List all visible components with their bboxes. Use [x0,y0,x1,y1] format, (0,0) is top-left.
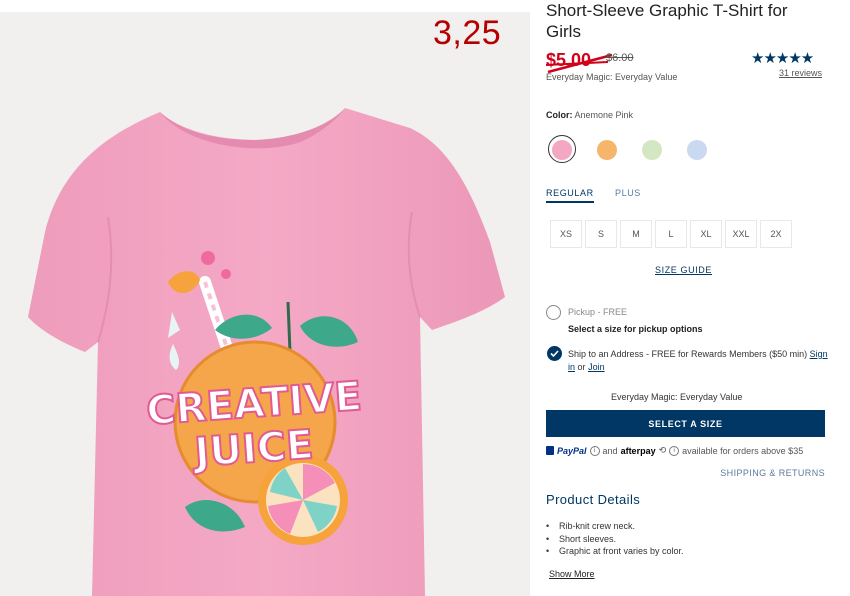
size-s-button[interactable]: S [585,220,617,248]
pickup-note: Select a size for pickup options [568,324,703,334]
join-link[interactable]: Join [588,362,605,372]
product-details-heading: Product Details [546,492,641,507]
list-item: Graphic at front varies by color. [546,545,684,558]
price-note: Everyday Magic: Everyday Value [546,72,678,82]
color-label: Color: Anemone Pink [546,110,633,120]
ship-option-text: Ship to an Address - FREE for Rewards Me… [568,348,828,374]
original-price: $6.00 [606,52,634,64]
color-selected-name: Anemone Pink [574,110,634,120]
size-xxl-button[interactable]: XXL [725,220,757,248]
paypal-logo-icon [546,446,554,455]
tshirt-illustration: CREATIVE JUICE [28,108,505,596]
product-title: Short-Sleeve Graphic T-Shirt for Girls [546,1,788,41]
size-l-button[interactable]: L [655,220,687,248]
afterpay-logo-icon: ⟲ [658,445,667,455]
value-note: Everyday Magic: Everyday Value [611,392,743,402]
graphic-word-2: JUICE [190,422,315,476]
list-item: Short sleeves. [546,533,684,546]
afterpay-info-icon[interactable]: i [669,445,680,456]
or-text: or [577,362,586,372]
product-details-list: Rib-knit crew neck. Short sleeves. Graph… [546,520,684,558]
tab-plus[interactable]: PLUS [615,188,641,198]
ship-radio[interactable] [547,346,562,361]
size-2x-button[interactable]: 2X [760,220,792,248]
size-m-button[interactable]: M [620,220,652,248]
swatch-anemone-pink[interactable] [552,140,572,160]
size-xs-button[interactable]: XS [550,220,582,248]
shipping-returns-link[interactable]: SHIPPING & RETURNS [720,468,825,478]
availability-text: available for orders above $35 [682,445,804,456]
size-guide-link[interactable]: SIZE GUIDE [655,265,712,275]
pickup-radio[interactable] [546,305,561,320]
checkmark-icon [550,350,559,358]
color-label-key: Color: [546,110,573,120]
select-size-button[interactable]: SELECT A SIZE [546,410,825,437]
rating-stars: ★★★★★ [751,50,814,67]
list-item: Rib-knit crew neck. [546,520,684,533]
swatch-blue[interactable] [687,140,707,160]
ship-label: Ship to an Address - FREE for Rewards Me… [568,349,808,359]
paypal-label: PayPal [557,445,587,456]
size-xl-button[interactable]: XL [690,220,722,248]
product-image: CREATIVE JUICE [0,12,530,596]
and-text: and [602,445,618,456]
price-annotation: 3,25 [433,14,502,52]
reviews-link[interactable]: 31 reviews [779,68,822,78]
pickup-label: Pickup - FREE [568,307,628,317]
show-more-link[interactable]: Show More [549,569,595,579]
tab-regular[interactable]: REGULAR [546,188,594,203]
price-strike-mark [546,53,613,74]
swatch-orange[interactable] [597,140,617,160]
swatch-green[interactable] [642,140,662,160]
product-info-panel: Short-Sleeve Graphic T-Shirt for Girls $… [546,0,828,596]
paypal-info-icon[interactable]: i [589,445,600,456]
payment-options: PayPal i and afterpay ⟲ i available for … [546,445,803,456]
afterpay-label: afterpay [620,445,656,456]
